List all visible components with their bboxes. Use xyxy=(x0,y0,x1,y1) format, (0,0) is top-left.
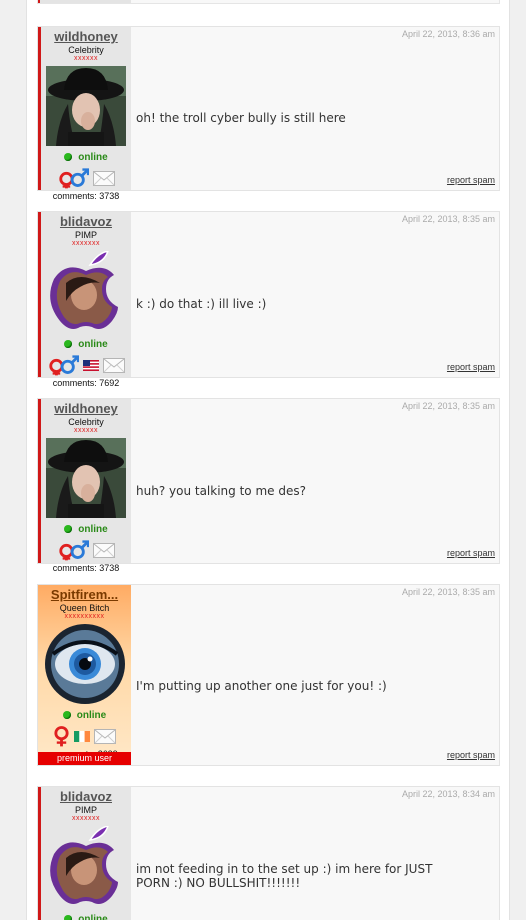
post-date: April 22, 2013, 8:35 am xyxy=(401,401,495,411)
comment-post: wildhoney Celebrity xxxxxx online commen… xyxy=(37,398,500,573)
username-link[interactable]: blidavoz xyxy=(41,789,131,804)
female-icon xyxy=(53,725,70,747)
username-link[interactable]: blidavoz xyxy=(41,214,131,229)
post-message: k :) do that :) ill live :) xyxy=(136,297,267,311)
username-link[interactable]: Spitfirem... xyxy=(38,587,131,602)
gender-both-icon xyxy=(57,167,89,189)
user-rank: Queen Bitch xyxy=(59,603,110,613)
online-dot-icon xyxy=(64,915,73,920)
user-panel: blidavoz PIMP xxxxxxx online xyxy=(38,787,131,920)
report-spam-link[interactable]: report spam xyxy=(447,548,495,558)
previous-post-tail xyxy=(37,0,500,4)
post-message: oh! the troll cyber bully is still here xyxy=(136,111,346,125)
rank-stars: xxxxxxxxxx xyxy=(64,613,105,620)
report-spam-link[interactable]: report spam xyxy=(447,362,495,372)
username-link[interactable]: wildhoney xyxy=(41,401,131,416)
user-panel: Spitfirem... Queen Bitch xxxxxxxxxx onli… xyxy=(38,585,131,765)
online-status: online xyxy=(38,710,131,721)
user-rank: Celebrity xyxy=(68,417,104,427)
comment-post: wildhoney Celebrity xxxxxx online commen… xyxy=(37,26,500,201)
premium-user-badge: premium user xyxy=(38,752,131,765)
post-date: April 22, 2013, 8:35 am xyxy=(401,214,495,224)
user-rank: PIMP xyxy=(74,805,97,815)
user-icons xyxy=(41,539,131,561)
user-avatar[interactable] xyxy=(46,826,126,906)
post-date: April 22, 2013, 8:36 am xyxy=(401,29,495,39)
user-avatar[interactable] xyxy=(46,251,126,331)
online-dot-icon xyxy=(64,153,73,161)
us-flag-icon xyxy=(83,360,99,371)
comment-count: comments: 3738 xyxy=(52,563,120,573)
user-icons xyxy=(38,725,131,747)
comment-post: blidavoz PIMP xxxxxxx online April 22, 2… xyxy=(37,786,500,920)
online-dot-icon xyxy=(64,525,73,533)
comment-post: Spitfirem... Queen Bitch xxxxxxxxxx onli… xyxy=(37,584,500,766)
user-panel: wildhoney Celebrity xxxxxx online commen… xyxy=(38,399,131,573)
rank-stars: xxxxxxx xyxy=(72,240,100,247)
user-avatar[interactable] xyxy=(45,624,125,704)
online-dot-icon xyxy=(64,340,73,348)
mail-icon[interactable] xyxy=(93,543,115,558)
comment-post: blidavoz PIMP xxxxxxx online comments: 7… xyxy=(37,211,500,388)
username-link[interactable]: wildhoney xyxy=(41,29,131,44)
user-rank: PIMP xyxy=(74,230,97,240)
user-rank: Celebrity xyxy=(68,45,104,55)
report-spam-link[interactable]: report spam xyxy=(447,750,495,760)
user-avatar[interactable] xyxy=(46,66,126,146)
rank-stars: xxxxxxx xyxy=(72,815,100,822)
user-avatar[interactable] xyxy=(46,438,126,518)
user-icons xyxy=(41,167,131,189)
comment-count: comments: 7692 xyxy=(52,378,120,388)
post-message: im not feeding in to the set up :) im he… xyxy=(136,862,433,890)
gender-both-icon xyxy=(47,354,79,376)
user-icons xyxy=(41,354,131,376)
post-date: April 22, 2013, 8:34 am xyxy=(401,789,495,799)
rank-stars: xxxxxx xyxy=(74,427,98,434)
previous-post-sidebar xyxy=(38,0,131,3)
user-panel: blidavoz PIMP xxxxxxx online comments: 7… xyxy=(38,212,131,388)
mail-icon[interactable] xyxy=(93,171,115,186)
mail-icon[interactable] xyxy=(103,358,125,373)
post-message: I'm putting up another one just for you!… xyxy=(136,679,387,693)
online-status: online xyxy=(41,339,131,350)
online-status: online xyxy=(41,152,131,163)
online-dot-icon xyxy=(62,711,71,719)
online-status: online xyxy=(41,914,131,920)
comment-count: comments: 3738 xyxy=(52,191,120,201)
gender-both-icon xyxy=(57,539,89,561)
report-spam-link[interactable]: report spam xyxy=(447,175,495,185)
ireland-flag-icon xyxy=(74,731,90,742)
user-panel: wildhoney Celebrity xxxxxx online commen… xyxy=(38,27,131,201)
rank-stars: xxxxxx xyxy=(74,55,98,62)
online-status: online xyxy=(41,524,131,535)
mail-icon[interactable] xyxy=(94,729,116,744)
post-message: huh? you talking to me des? xyxy=(136,484,306,498)
post-date: April 22, 2013, 8:35 am xyxy=(401,587,495,597)
